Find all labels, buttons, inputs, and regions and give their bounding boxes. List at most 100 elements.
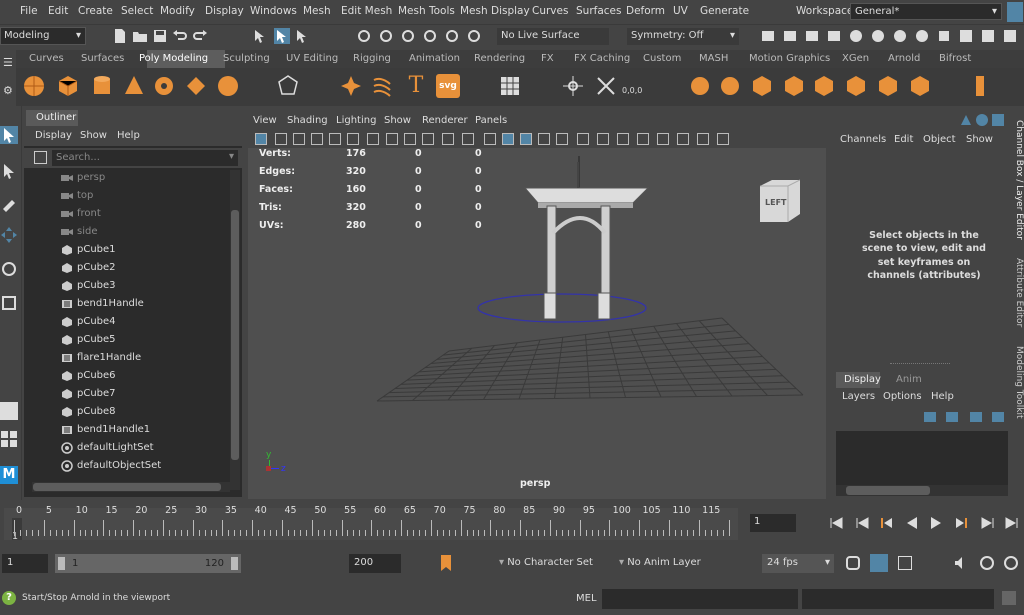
paint-select-icon[interactable] (0, 194, 18, 212)
new-scene-icon[interactable] (112, 28, 128, 44)
menu-mesh[interactable]: Mesh (303, 5, 331, 17)
redo-icon[interactable] (192, 28, 208, 44)
panel-toggle-icon-2[interactable] (980, 28, 996, 44)
workspace-lock-icon[interactable] (1007, 2, 1023, 22)
cube-toggle-icon[interactable] (936, 28, 952, 44)
outliner-menu-display[interactable]: Display (35, 130, 72, 141)
side-tab-channel-box[interactable]: Channel Box / Layer Editor (1010, 120, 1024, 240)
super-shape-icon[interactable] (339, 74, 363, 98)
filter-icon[interactable] (34, 151, 47, 164)
poly-plane-icon[interactable] (184, 74, 208, 98)
outliner-vscroll[interactable] (230, 170, 240, 490)
ambient-occlusion-icon[interactable] (597, 133, 609, 145)
attribute-icon[interactable] (976, 114, 988, 126)
channel-icon[interactable] (960, 114, 972, 126)
move-down-icon[interactable] (992, 412, 1004, 422)
tab-xgen[interactable]: XGen (842, 53, 869, 64)
loop-icon[interactable] (846, 556, 860, 570)
cb-menu-show[interactable]: Show (966, 134, 993, 145)
lights-icon[interactable] (556, 133, 568, 145)
platonic-solid-icon[interactable] (276, 74, 300, 98)
scale-tool-icon[interactable] (0, 294, 18, 312)
preferences-icon[interactable] (1004, 556, 1018, 570)
end-frame-field[interactable]: 200 (349, 554, 401, 573)
tab-mash[interactable]: MASH (699, 53, 728, 64)
tab-uv-editing[interactable]: UV Editing (286, 53, 338, 64)
textured-icon[interactable] (538, 133, 550, 145)
sound-icon[interactable] (954, 556, 968, 570)
menu-modify[interactable]: Modify (160, 5, 195, 17)
panel-toggle-icon-3[interactable] (1002, 28, 1018, 44)
menu-mesh-display[interactable]: Mesh Display (460, 5, 530, 17)
anim-layer-dropdown[interactable]: ▾ No Anim Layer (614, 554, 744, 573)
vp-menu-shading[interactable]: Shading (287, 115, 328, 126)
vp-menu-panels[interactable]: Panels (475, 115, 507, 126)
side-tab-attribute-editor[interactable]: Attribute Editor (1010, 258, 1024, 327)
menu-display[interactable]: Display (205, 5, 244, 17)
2d-pan-icon[interactable] (311, 133, 323, 145)
hypershade-icon[interactable] (848, 28, 864, 44)
symmetry-dropdown[interactable]: Symmetry: Off ▾ (627, 28, 739, 45)
outliner-hscroll[interactable] (32, 482, 230, 492)
isolate-icon[interactable] (657, 133, 669, 145)
splitter[interactable] (890, 363, 950, 365)
separate-icon[interactable] (718, 74, 742, 98)
menu-curves[interactable]: Curves (532, 5, 568, 17)
open-scene-icon[interactable] (132, 28, 148, 44)
cb-menu-edit[interactable]: Edit (894, 134, 913, 145)
character-set-dropdown[interactable]: ▾ No Character Set (494, 554, 606, 573)
snap-point-icon[interactable] (400, 28, 416, 44)
mode-selector[interactable]: Modeling ▾ (0, 27, 86, 45)
outliner-menu-show[interactable]: Show (80, 130, 107, 141)
tab-fx-caching[interactable]: FX Caching (574, 53, 630, 64)
menu-create[interactable]: Create (78, 5, 113, 17)
center-pivot-label[interactable]: 0,0,0 (622, 86, 642, 95)
bookmark-icon[interactable] (440, 554, 452, 572)
menu-edit[interactable]: Edit (48, 5, 68, 17)
view-cube[interactable]: LEFT (756, 178, 801, 224)
outliner-menu-help[interactable]: Help (117, 130, 140, 141)
script-editor-icon[interactable] (1002, 591, 1016, 605)
menu-mesh-tools[interactable]: Mesh Tools (398, 5, 455, 17)
menu-deform[interactable]: Deform (626, 5, 665, 17)
default-material-icon[interactable] (520, 133, 532, 145)
viewport-3d[interactable]: LEFT Verts: 176 0 0 Edges: 320 0 0 Faces: 160 0 0 Tr… (248, 148, 826, 499)
tab-anim[interactable]: Anim (896, 374, 922, 385)
live-surface-field[interactable]: No Live Surface (497, 28, 609, 45)
arnold-render-icon[interactable] (870, 28, 886, 44)
lasso-tool-icon[interactable] (0, 162, 18, 180)
light-editor-icon[interactable] (892, 28, 908, 44)
undo-icon[interactable] (172, 28, 188, 44)
menu-select[interactable]: Select (121, 5, 153, 17)
layer-menu-help[interactable]: Help (931, 391, 954, 402)
grid-toggle-icon[interactable] (347, 133, 359, 145)
step-back-key-icon[interactable] (854, 515, 870, 531)
film-gate-icon[interactable] (367, 133, 379, 145)
poly-sphere-icon[interactable] (22, 74, 46, 98)
tab-arnold[interactable]: Arnold (888, 53, 920, 64)
step-forward-frame-icon[interactable] (954, 515, 970, 531)
snap-grid-icon[interactable] (356, 28, 372, 44)
smooth-shade-icon[interactable] (502, 133, 514, 145)
snap-view-icon[interactable] (422, 28, 438, 44)
mel-label[interactable]: MEL (576, 593, 597, 604)
tab-sculpting[interactable]: Sculpting (223, 53, 270, 64)
workspace-dropdown[interactable]: General* ▾ (850, 3, 1002, 20)
render-view-icon[interactable] (760, 28, 776, 44)
boolean-icon[interactable] (908, 74, 932, 98)
rotate-tool-icon[interactable] (0, 260, 18, 278)
render-frame-icon[interactable] (782, 28, 798, 44)
move-up-icon[interactable] (970, 412, 982, 422)
grid-icon[interactable] (498, 74, 522, 98)
step-forward-key-icon[interactable] (980, 515, 996, 531)
svg-tool-icon[interactable]: svg (436, 74, 460, 98)
cb-menu-channels[interactable]: Channels (840, 134, 886, 145)
menu-windows[interactable]: Windows (250, 5, 297, 17)
poly-torus-icon[interactable] (152, 74, 176, 98)
range-handle-end[interactable] (231, 557, 238, 570)
play-backward-icon[interactable] (904, 515, 920, 531)
vp-menu-renderer[interactable]: Renderer (422, 115, 468, 126)
layer-menu-layers[interactable]: Layers (842, 391, 875, 402)
gear-icon[interactable]: ⚙ (3, 84, 13, 97)
xray-components-icon[interactable] (717, 133, 729, 145)
